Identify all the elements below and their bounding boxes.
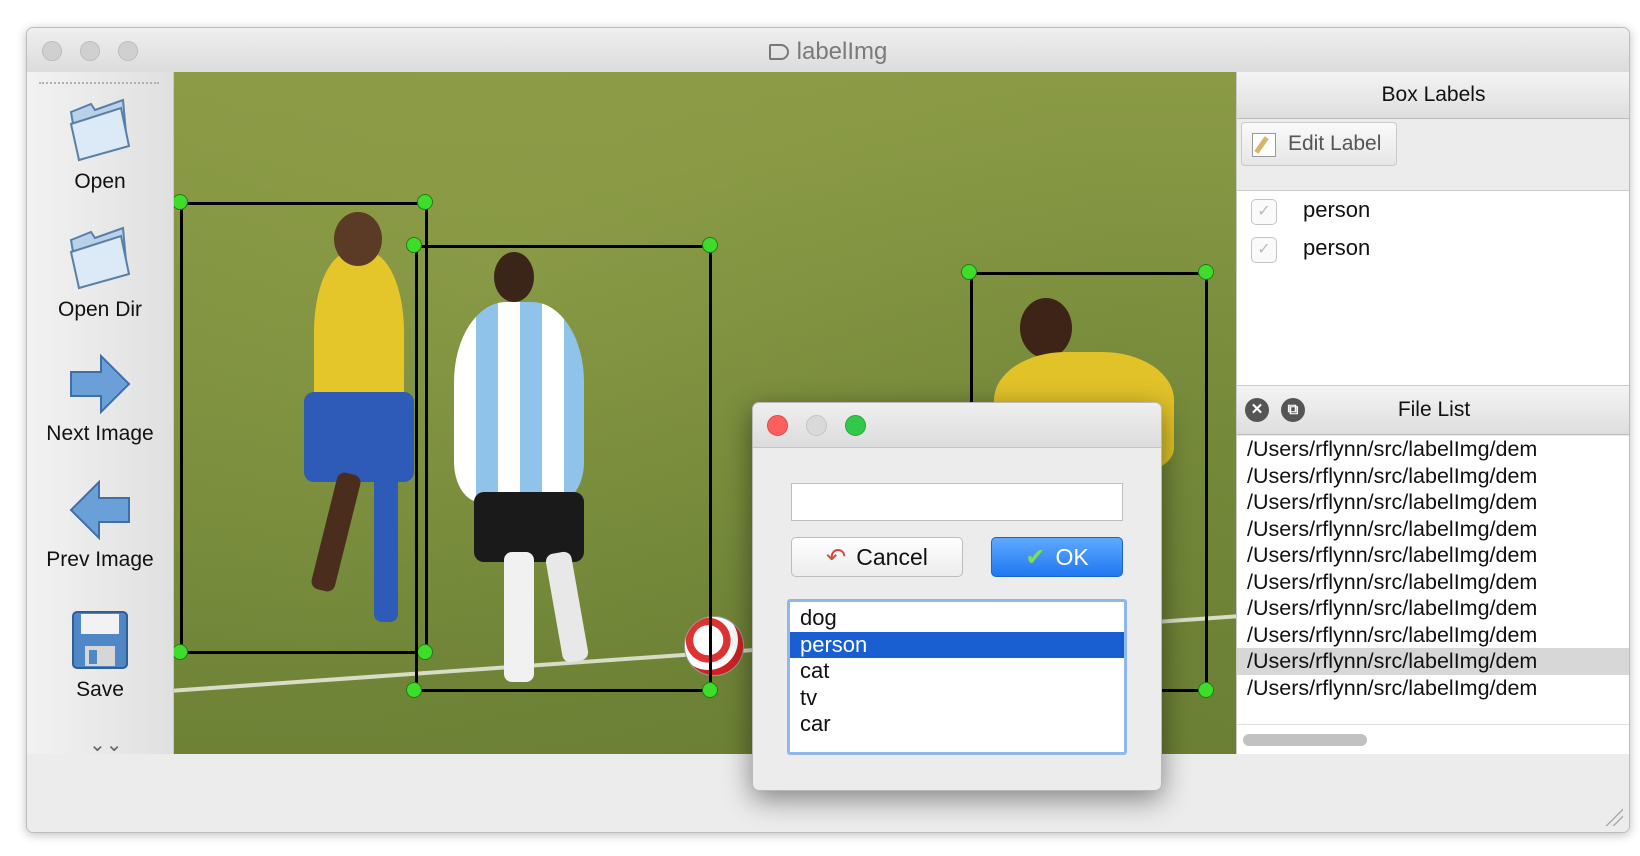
save-label: Save	[76, 678, 124, 701]
edit-label-button[interactable]: Edit Label	[1241, 122, 1397, 166]
dialog-close-button[interactable]	[767, 415, 788, 436]
file-list-item[interactable]: /Users/rflynn/src/labelImg/dem	[1237, 516, 1629, 543]
undo-arrow-icon: ↶	[826, 544, 847, 571]
save-button[interactable]: Save	[27, 606, 173, 702]
file-list: /Users/rflynn/src/labelImg/dem /Users/rf…	[1237, 436, 1629, 724]
right-panel: Box Labels Edit Label ✓ person ✓ person …	[1236, 72, 1629, 755]
scrollbar-thumb[interactable]	[1243, 734, 1367, 746]
file-list-item[interactable]: /Users/rflynn/src/labelImg/dem	[1237, 675, 1629, 702]
label-item-text: person	[1303, 197, 1371, 222]
label-input[interactable]	[791, 483, 1123, 521]
label-option[interactable]: tv	[790, 685, 1124, 712]
window-title: labelImg	[27, 38, 1629, 66]
open-button[interactable]: Open	[27, 94, 173, 194]
file-list-item[interactable]: /Users/rflynn/src/labelImg/dem	[1237, 436, 1629, 463]
checkmark-icon: ✔	[1025, 544, 1046, 571]
prev-image-button[interactable]: Prev Image	[27, 476, 173, 572]
next-image-button[interactable]: Next Image	[27, 350, 173, 446]
box-handle[interactable]	[406, 682, 422, 698]
arrow-left-icon	[69, 479, 130, 541]
file-list-title: File List	[1397, 398, 1471, 421]
open-dir-label: Open Dir	[57, 298, 143, 321]
box-handle[interactable]	[174, 644, 188, 660]
file-list-item[interactable]: /Users/rflynn/src/labelImg/dem	[1237, 542, 1629, 569]
file-list-item[interactable]: /Users/rflynn/src/labelImg/dem	[1237, 569, 1629, 596]
dialog-zoom-button[interactable]	[845, 415, 866, 436]
bounding-box[interactable]	[180, 202, 428, 654]
title-bar: labelImg	[27, 28, 1629, 73]
label-checkbox[interactable]: ✓	[1251, 199, 1277, 225]
label-item[interactable]: ✓ person	[1237, 193, 1629, 229]
ok-label: OK	[1055, 544, 1089, 570]
file-list-item[interactable]: /Users/rflynn/src/labelImg/dem	[1237, 622, 1629, 649]
folder-open-icon	[69, 226, 131, 290]
prev-image-label: Prev Image	[46, 548, 154, 571]
file-list-item[interactable]: /Users/rflynn/src/labelImg/dem	[1237, 463, 1629, 490]
label-option[interactable]: dog	[790, 605, 1124, 632]
box-handle[interactable]	[406, 237, 422, 253]
label-dialog: ↶ Cancel ✔ OK dog person cat tv car	[752, 402, 1162, 791]
document-icon	[768, 44, 789, 60]
file-list-item-selected[interactable]: /Users/rflynn/src/labelImg/dem	[1237, 648, 1629, 675]
file-list-header: ✕ ⧉ File List	[1237, 386, 1629, 435]
box-handle[interactable]	[961, 264, 977, 280]
toolbar-grip[interactable]	[39, 82, 159, 88]
label-option[interactable]: car	[790, 711, 1124, 738]
file-list-scrollbar[interactable]	[1237, 724, 1629, 755]
box-handle[interactable]	[702, 682, 718, 698]
dialog-minimize-button[interactable]	[806, 415, 827, 436]
dialog-title-bar	[753, 403, 1161, 448]
file-list-item[interactable]: /Users/rflynn/src/labelImg/dem	[1237, 489, 1629, 516]
box-handle[interactable]	[1198, 682, 1214, 698]
label-option[interactable]: cat	[790, 658, 1124, 685]
arrow-right-icon	[70, 353, 131, 415]
edit-pencil-icon	[1252, 133, 1276, 157]
box-handle[interactable]	[1198, 264, 1214, 280]
box-labels-list: ✓ person ✓ person	[1237, 190, 1629, 386]
label-options-list: dog person cat tv car	[787, 599, 1127, 755]
open-dir-button[interactable]: Open Dir	[27, 222, 173, 322]
cancel-button[interactable]: ↶ Cancel	[791, 537, 963, 577]
folder-open-icon	[69, 98, 131, 162]
edit-label-text: Edit Label	[1288, 132, 1382, 155]
label-item-text: person	[1303, 235, 1371, 260]
bounding-box[interactable]	[415, 245, 712, 692]
label-item[interactable]: ✓ person	[1237, 231, 1629, 267]
next-image-label: Next Image	[46, 422, 154, 445]
ok-button[interactable]: ✔ OK	[991, 537, 1123, 577]
box-labels-header: Box Labels	[1237, 72, 1629, 119]
resize-grip-icon[interactable]	[1605, 808, 1623, 826]
toolbar: Open Open Dir Next Image Prev Image Save…	[27, 72, 174, 772]
box-handle[interactable]	[417, 194, 433, 210]
file-list-item[interactable]: /Users/rflynn/src/labelImg/dem	[1237, 595, 1629, 622]
label-checkbox[interactable]: ✓	[1251, 237, 1277, 263]
box-handle[interactable]	[702, 237, 718, 253]
label-option-selected[interactable]: person	[790, 631, 1124, 658]
open-label: Open	[74, 170, 126, 193]
floppy-disk-icon	[72, 611, 128, 669]
cancel-label: Cancel	[856, 544, 928, 570]
